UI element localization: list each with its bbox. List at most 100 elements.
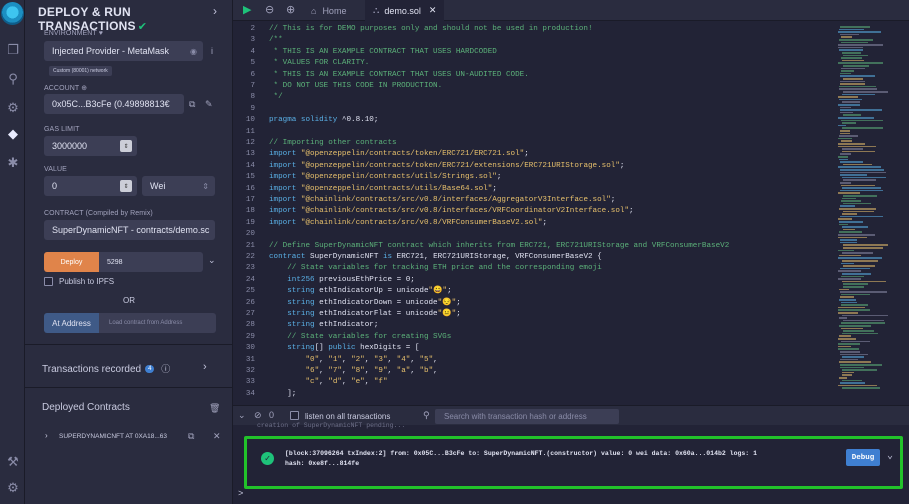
file-explorer-icon[interactable]: ❐ (5, 42, 21, 58)
close-icon[interactable]: ✕ (213, 431, 221, 442)
code-line[interactable]: 12 // Importing other contracts (233, 138, 397, 149)
minimap-line (841, 322, 885, 324)
close-icon[interactable]: ✕ (429, 5, 437, 16)
deploy-button[interactable]: Deploy (44, 252, 99, 272)
code-line[interactable]: 15 import "@openzeppelin/contracts/utils/… (233, 172, 502, 183)
code-token: pragma solidity (269, 116, 338, 125)
code-line[interactable]: 23 // State variables for tracking ETH p… (233, 263, 602, 274)
contract-select[interactable]: SuperDynamicNFT - contracts/demo.sc (44, 220, 215, 240)
code-line[interactable]: 27 string ethIndicatorFlat = unicode"😐"; (233, 309, 461, 320)
tab-demo-sol[interactable]: ⛬ demo.sol ✕ (365, 0, 445, 21)
code-line[interactable]: 7 * DO NOT USE THIS CODE IN PRODUCTION. (233, 81, 442, 92)
code-token: "c" (305, 378, 320, 387)
network-badge: Custom (80001) network (49, 66, 112, 76)
tab-home[interactable]: ⌂ Home (303, 0, 354, 21)
code-line[interactable]: 5 * VALUES FOR CLARITY. (233, 58, 369, 69)
minimap[interactable] (834, 22, 909, 405)
code-line[interactable]: 10 pragma solidity ^0.8.10; (233, 115, 379, 126)
plugin-manager-icon[interactable]: ⚒ (5, 454, 21, 470)
code-line[interactable]: 16 import "@openzeppelin/contracts/utils/… (233, 184, 497, 195)
trash-icon[interactable]: 🗑 (209, 403, 220, 414)
collapse-icon[interactable]: ⌄ (238, 410, 246, 421)
code-line[interactable]: 13 import "@openzeppelin/contracts/token/… (233, 149, 529, 160)
value-stepper[interactable]: ⇕ (120, 180, 132, 192)
terminal-search-input[interactable]: Search with transaction hash or address (435, 409, 619, 424)
gas-stepper[interactable]: ⇕ (120, 140, 132, 152)
remix-logo[interactable] (1, 2, 24, 25)
info-icon[interactable]: i (211, 46, 213, 56)
debugger-icon[interactable]: ✱ (5, 155, 21, 171)
minimap-line (838, 96, 858, 98)
minimap-line (840, 205, 855, 207)
publish-ipfs-checkbox[interactable] (44, 277, 53, 286)
chevron-right-icon[interactable]: › (203, 361, 207, 373)
run-icon[interactable]: ▶ (243, 3, 251, 16)
code-token: * DO NOT USE THIS CODE IN PRODUCTION. (269, 82, 443, 90)
environment-label: ENVIRONMENT ♥ (44, 30, 104, 37)
chevron-down-icon[interactable]: ⌄ (208, 255, 216, 266)
deploy-args-input[interactable]: 5298 (99, 252, 203, 272)
account-select[interactable]: 0x05C...B3cFe (0.49898813€ (44, 94, 184, 114)
code-line[interactable]: 2 // This is for DEMO purposes only and s… (233, 24, 592, 35)
solidity-compiler-icon[interactable]: ⚙ (5, 100, 21, 116)
code-token: string (269, 310, 315, 318)
chevron-right-icon[interactable]: › (45, 431, 48, 440)
copy-icon[interactable]: ⧉ (189, 99, 195, 110)
line-number: 4 (250, 47, 255, 56)
code-line[interactable]: 33 "c", "d", "e", "f" (233, 377, 388, 388)
code-editor[interactable]: 2 // This is for DEMO purposes only and s… (233, 22, 833, 405)
terminal-prompt[interactable]: > (238, 489, 243, 499)
environment-select[interactable]: Injected Provider - MetaMask ◉ (44, 41, 203, 61)
code-line[interactable]: 21 // Define SuperDynamicNFT contract whi… (233, 241, 729, 252)
minimap-line (843, 228, 855, 231)
search-icon[interactable]: ⚲ (5, 71, 21, 87)
transactions-recorded[interactable]: Transactions recorded 4 ⓘ (42, 362, 170, 375)
code-line[interactable]: 24 int256 previousEthPrice = 0; (233, 275, 415, 286)
plus-icon[interactable]: ⊕ (81, 85, 87, 92)
zoom-out-icon[interactable]: ⊖ (265, 3, 274, 16)
code-line[interactable]: 8 */ (233, 92, 282, 103)
code-line[interactable]: 25 string ethIndicatorUp = unicode"😀"; (233, 286, 452, 297)
code-line[interactable]: 17 import "@chainlink/contracts/src/v0.8/… (233, 195, 615, 206)
code-line[interactable]: 19 import "@chainlink/contracts/src/v0.8/… (233, 218, 547, 229)
code-line[interactable]: 6 * THIS IS AN EXAMPLE CONTRACT THAT USE… (233, 70, 528, 81)
transaction-log-entry[interactable]: ✓ [block:37096264 txIndex:2] from: 0x05C… (244, 436, 903, 489)
minimap-line (840, 72, 851, 75)
minimap-line (839, 325, 871, 327)
at-address-button[interactable]: At Address (44, 313, 99, 333)
minimap-line (840, 241, 857, 244)
code-line[interactable]: 18 import "@chainlink/contracts/src/v0.8/… (233, 206, 634, 217)
clear-icon[interactable]: ⊘ (254, 410, 262, 421)
chevron-down-icon[interactable]: ⌄ (887, 450, 893, 462)
code-line[interactable]: 14 import "@openzeppelin/contracts/token/… (233, 161, 625, 172)
code-line[interactable]: 28 string ethIndicator; (233, 320, 379, 331)
info-icon[interactable]: ⓘ (161, 364, 170, 374)
line-number: 5 (250, 59, 255, 68)
deploy-run-icon[interactable]: ◆ (5, 126, 21, 142)
minimap-line (840, 132, 850, 135)
copy-icon[interactable]: ⧉ (188, 431, 194, 442)
code-line[interactable]: 29 // State variables for creating SVGs (233, 332, 451, 343)
minimap-line (840, 189, 883, 192)
code-line[interactable]: 32 "6", "7", "8", "9", "a", "b", (233, 366, 438, 377)
at-address-input[interactable]: Load contract from Address (99, 313, 216, 333)
edit-icon[interactable]: ✎ (205, 99, 213, 110)
line-number: 25 (245, 287, 255, 296)
chevron-right-icon[interactable]: › (213, 4, 217, 18)
code-line[interactable]: 3 /** (233, 35, 282, 46)
debug-button[interactable]: Debug (846, 449, 880, 466)
code-line[interactable]: 11 (233, 127, 269, 138)
code-line[interactable]: 9 (233, 104, 269, 115)
settings-icon[interactable]: ⚙ (5, 480, 21, 496)
code-line[interactable]: 34 ]; (233, 389, 296, 400)
code-line[interactable]: 20 (233, 229, 269, 240)
code-line[interactable]: 31 "0", "1", "2", "3", "4", "5", (233, 355, 438, 366)
value-unit-select[interactable]: Wei ⇕ (142, 176, 215, 196)
code-line[interactable]: 26 string ethIndicatorDown = unicode"😔"; (233, 298, 461, 309)
zoom-in-icon[interactable]: ⊕ (286, 3, 295, 16)
deployed-contract-item[interactable]: SUPERDYNAMICNFT AT 0XA18...63 (59, 433, 167, 440)
code-line[interactable]: 22 contract SuperDynamicNFT is ERC721, ER… (233, 252, 602, 263)
listen-checkbox[interactable] (290, 411, 299, 420)
code-line[interactable]: 30 string[] public hexDigits = [ (233, 343, 420, 354)
code-line[interactable]: 4 * THIS IS AN EXAMPLE CONTRACT THAT USE… (233, 47, 496, 58)
